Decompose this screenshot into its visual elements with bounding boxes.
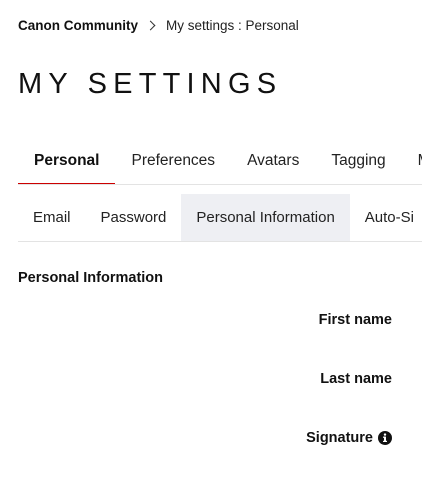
tab-personal[interactable]: Personal	[18, 138, 116, 184]
breadcrumb-home-link[interactable]: Canon Community	[18, 18, 138, 33]
first-name-label: First name	[319, 312, 392, 328]
tab-preferences[interactable]: Preferences	[115, 138, 231, 184]
secondary-tab-bar: Email Password Personal Information Auto…	[18, 194, 422, 242]
tab-avatars[interactable]: Avatars	[231, 138, 315, 184]
page-title: MY SETTINGS	[18, 68, 283, 100]
last-name-label: Last name	[320, 371, 392, 387]
tab-overflow[interactable]: M	[402, 138, 422, 184]
chevron-right-icon	[145, 20, 156, 30]
breadcrumb-current: My settings : Personal	[166, 17, 299, 33]
tab-tagging[interactable]: Tagging	[315, 138, 401, 184]
signature-label-text: Signature	[306, 430, 373, 446]
subtab-email[interactable]: Email	[18, 194, 86, 241]
info-icon[interactable]	[378, 431, 392, 445]
first-name-label-text: First name	[318, 312, 392, 328]
primary-tab-bar: Personal Preferences Avatars Tagging M	[18, 138, 422, 185]
subtab-password[interactable]: Password	[86, 194, 182, 241]
subtab-personal-information[interactable]: Personal Information	[181, 194, 350, 241]
breadcrumb: Canon Community My settings : Personal	[18, 15, 299, 35]
section-heading: Personal Information	[18, 270, 164, 286]
signature-label: Signature	[306, 430, 392, 446]
subtab-auto-signature[interactable]: Auto-Si	[350, 194, 422, 241]
last-name-label-text: Last name	[320, 371, 392, 387]
